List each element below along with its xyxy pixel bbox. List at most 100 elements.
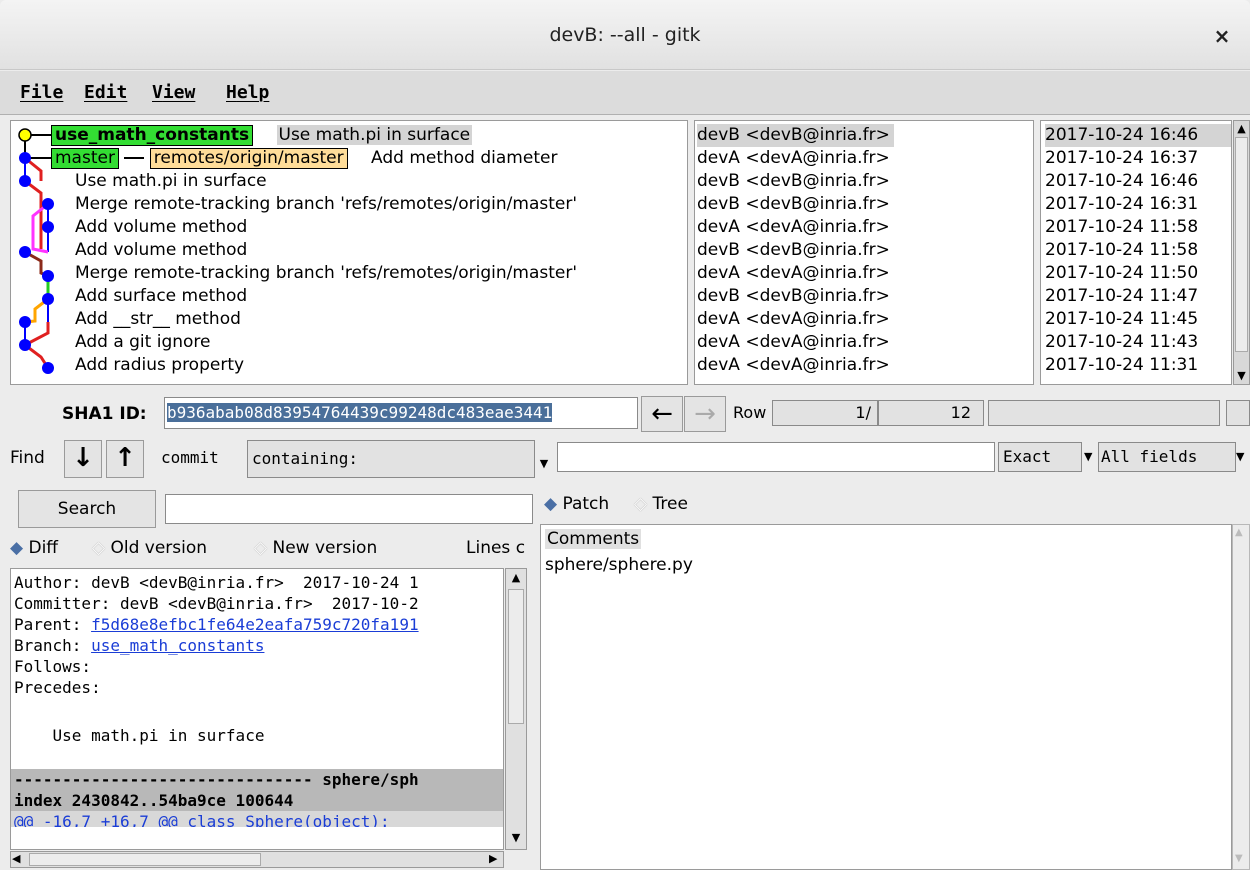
precedes-line: Precedes: (14, 678, 101, 697)
author-cell[interactable]: devA <devA@inria.fr> (697, 308, 890, 331)
search-input[interactable] (165, 494, 533, 524)
scroll-down-icon[interactable]: ▼ (1235, 853, 1243, 864)
date-cell[interactable]: 2017-10-24 11:43 (1045, 331, 1198, 354)
find-input[interactable] (557, 442, 995, 472)
old-version-label: Old version (110, 538, 208, 558)
commit-row[interactable]: Add __str__ method (75, 308, 241, 331)
radio-selected-icon: ◆ (544, 494, 558, 514)
new-version-radio[interactable]: ◇ New version (254, 538, 377, 558)
commit-row[interactable]: use_math_constants Use math.pi in surfac… (51, 124, 473, 147)
commit-row[interactable]: Add volume method (75, 216, 247, 239)
find-mode-dropdown-icon[interactable]: ▼ (535, 452, 553, 476)
old-version-radio[interactable]: ◇ Old version (92, 538, 207, 558)
row-current-value: 1 (855, 403, 866, 422)
status-field (988, 400, 1220, 426)
file-item[interactable]: sphere/sphere.py (545, 555, 693, 575)
find-type-label[interactable]: commit (161, 448, 219, 467)
commit-node (19, 175, 31, 187)
menu-view[interactable]: View (152, 82, 195, 103)
close-icon[interactable]: × (1208, 22, 1236, 50)
find-down-button[interactable]: ↓ (64, 440, 102, 478)
menu-file[interactable]: File (20, 82, 63, 103)
date-cell[interactable]: 2017-10-24 16:46 (1045, 124, 1231, 147)
date-cell[interactable]: 2017-10-24 11:58 (1045, 216, 1198, 239)
remote-branch-tag[interactable]: remotes/origin/master (149, 148, 348, 169)
commit-row[interactable]: Add radius property (75, 354, 244, 377)
row-current: 1/ (772, 400, 878, 426)
commit-row[interactable]: Merge remote-tracking branch 'refs/remot… (75, 193, 577, 216)
date-cell[interactable]: 2017-10-24 11:50 (1045, 262, 1198, 285)
author-cell[interactable]: devA <devA@inria.fr> (697, 262, 890, 285)
date-cell[interactable]: 2017-10-24 11:45 (1045, 308, 1198, 331)
sha1-label: SHA1 ID: (62, 404, 147, 424)
sha1-input[interactable]: b936abab08d83954764439c99248dc483eae3441 (164, 397, 638, 429)
scroll-down-icon[interactable]: ▼ (1235, 369, 1248, 383)
commit-row[interactable]: Add volume method (75, 239, 247, 262)
author-cell[interactable]: devA <devA@inria.fr> (697, 147, 890, 170)
author-line: Author: devB <devB@inria.fr> 2017-10-24 … (14, 573, 419, 592)
details-horizontal-scrollbar[interactable]: ◀ ▶ (10, 851, 504, 868)
menu-edit[interactable]: Edit (84, 82, 127, 103)
branch-tag[interactable]: master (51, 148, 119, 169)
scroll-down-icon[interactable]: ▼ (508, 831, 524, 847)
scrollbar-thumb[interactable] (29, 853, 261, 866)
head-branch-tag[interactable]: use_math_constants (51, 125, 254, 146)
find-up-button[interactable]: ↑ (106, 440, 144, 478)
forward-arrow-button[interactable]: → (684, 396, 726, 432)
commit-row[interactable]: master remotes/origin/master Add method … (51, 147, 557, 170)
date-pane[interactable]: 2017-10-24 16:46 2017-10-24 16:37 2017-1… (1040, 120, 1232, 385)
scrollbar-thumb[interactable] (508, 589, 524, 724)
author-cell[interactable]: devB <devB@inria.fr> (697, 170, 890, 193)
author-pane[interactable]: devB <devB@inria.fr> devA <devA@inria.fr… (694, 120, 1034, 385)
parent-sha-link[interactable]: f5d68e8efbc1fe64e2eafa759c720fa191 (91, 615, 419, 634)
commit-list-scrollbar[interactable]: ▲ ▼ (1233, 120, 1250, 385)
file-list-scrollbar[interactable]: ▲ ▼ (1232, 524, 1250, 870)
find-fields-dropdown-icon[interactable]: ▼ (1236, 450, 1244, 463)
author-cell[interactable]: devA <devA@inria.fr> (697, 354, 890, 377)
commit-details-pane[interactable]: Author: devB <devB@inria.fr> 2017-10-24 … (10, 568, 504, 850)
date-cell[interactable]: 2017-10-24 11:47 (1045, 285, 1198, 308)
search-button[interactable]: Search (18, 490, 156, 528)
commit-row[interactable]: Merge remote-tracking branch 'refs/remot… (75, 262, 577, 285)
author-cell[interactable]: devA <devA@inria.fr> (697, 331, 890, 354)
author-cell[interactable]: devA <devA@inria.fr> (697, 216, 890, 239)
find-fields-select[interactable]: All fields (1098, 442, 1236, 472)
commit-row[interactable]: Add a git ignore (75, 331, 211, 354)
diff-label: Diff (28, 538, 59, 558)
branch-link[interactable]: use_math_constants (91, 636, 264, 655)
find-match-dropdown-icon[interactable]: ▼ (1084, 450, 1092, 463)
scroll-up-icon[interactable]: ▲ (1235, 527, 1243, 538)
author-cell[interactable]: devB <devB@inria.fr> (697, 239, 890, 262)
patch-label: Patch (562, 494, 610, 514)
patch-radio[interactable]: ◆ Patch (544, 494, 609, 514)
scroll-left-icon[interactable]: ◀ (12, 852, 20, 865)
file-list-pane[interactable]: Comments sphere/sphere.py (540, 524, 1232, 870)
scrollbar-thumb[interactable] (1235, 137, 1248, 352)
commit-node (42, 362, 54, 374)
find-match-select[interactable]: Exact (998, 442, 1082, 472)
details-scrollbar[interactable]: ▲ ▼ (505, 568, 527, 850)
date-cell[interactable]: 2017-10-24 16:31 (1045, 193, 1198, 216)
scroll-up-icon[interactable]: ▲ (508, 571, 524, 587)
scroll-up-icon[interactable]: ▲ (1235, 122, 1248, 136)
date-cell[interactable]: 2017-10-24 11:31 (1045, 354, 1198, 377)
date-cell[interactable]: 2017-10-24 16:46 (1045, 170, 1198, 193)
back-arrow-button[interactable]: ← (641, 396, 683, 432)
comments-item[interactable]: Comments (545, 529, 642, 549)
progress-field (1226, 400, 1250, 426)
find-mode-select[interactable]: containing: (247, 440, 535, 478)
date-cell[interactable]: 2017-10-24 16:37 (1045, 147, 1198, 170)
commit-node (42, 270, 54, 282)
commit-row[interactable]: Use math.pi in surface (75, 170, 267, 193)
menu-help[interactable]: Help (226, 82, 269, 103)
tree-radio[interactable]: ◇ Tree (634, 494, 688, 514)
diff-radio[interactable]: ◆ Diff (10, 538, 58, 558)
commit-message: Use math.pi in surface (276, 125, 473, 145)
author-cell[interactable]: devB <devB@inria.fr> (697, 193, 890, 216)
scroll-right-icon[interactable]: ▶ (489, 852, 497, 865)
commit-row[interactable]: Add surface method (75, 285, 247, 308)
commit-graph-pane[interactable]: use_math_constants Use math.pi in surfac… (10, 120, 688, 385)
author-cell[interactable]: devB <devB@inria.fr> (697, 124, 894, 147)
author-cell[interactable]: devB <devB@inria.fr> (697, 285, 890, 308)
date-cell[interactable]: 2017-10-24 11:58 (1045, 239, 1198, 262)
